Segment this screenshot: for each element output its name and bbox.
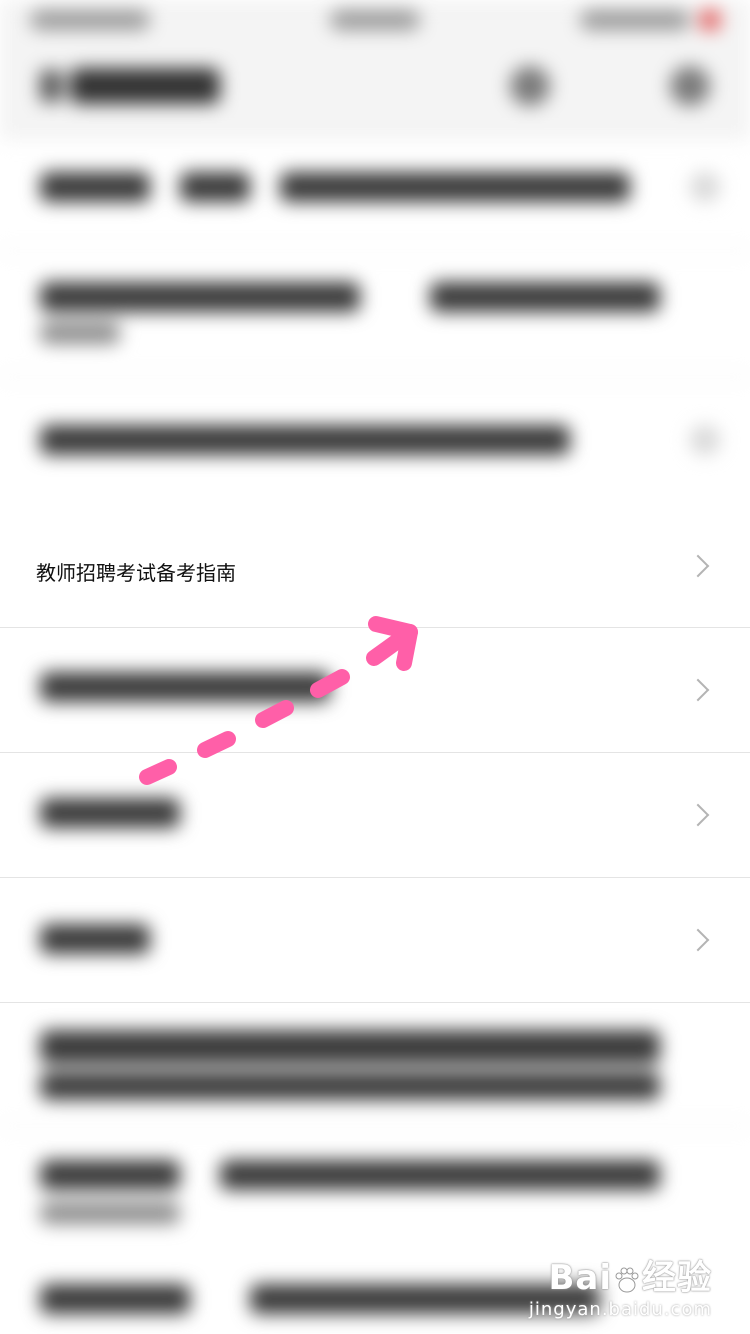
list-item-text [180, 172, 250, 202]
app-bar [0, 40, 750, 140]
status-time [330, 10, 420, 30]
list-item-text [40, 1072, 660, 1100]
divider [0, 1125, 750, 1127]
list-item-text [40, 1030, 660, 1064]
list-item-text [40, 1284, 190, 1314]
baidu-paw-logo [615, 1267, 639, 1292]
divider [0, 250, 750, 252]
chevron-right-icon [686, 803, 710, 827]
list-item-text [280, 172, 630, 202]
menu-row[interactable] [0, 753, 750, 878]
chevron-right-icon [690, 425, 720, 455]
list-item-text [430, 282, 660, 312]
watermark-brand: Bai 经验 [548, 1258, 712, 1298]
list-item-text [40, 282, 360, 312]
menu-row[interactable] [0, 878, 750, 1003]
page-title [70, 68, 220, 104]
watermark-site: jingyan.baidu.com [528, 1299, 712, 1320]
status-bar [0, 0, 750, 40]
more-icon[interactable] [670, 66, 710, 106]
list-item-text [40, 172, 150, 202]
chevron-right-icon [686, 928, 710, 952]
list-item-text [220, 1160, 660, 1190]
baidu-watermark: Bai 经验 jingyan.baidu.com [529, 1250, 712, 1320]
chevron-right-icon [686, 554, 710, 578]
list-item-text [40, 322, 120, 344]
chevron-right-icon [690, 172, 720, 202]
menu-row[interactable] [0, 628, 750, 753]
list-item-text [40, 1160, 180, 1190]
divider [0, 376, 750, 378]
menu-item-label[interactable]: 教师招聘考试备考指南 [36, 557, 236, 586]
status-battery [580, 10, 690, 30]
chevron-right-icon [686, 678, 710, 702]
status-carrier [30, 10, 150, 30]
list-item-text [40, 1202, 180, 1224]
search-icon[interactable] [510, 66, 550, 106]
status-battery-icon [700, 10, 720, 30]
list-item-text [40, 425, 570, 455]
back-icon[interactable] [40, 70, 62, 102]
